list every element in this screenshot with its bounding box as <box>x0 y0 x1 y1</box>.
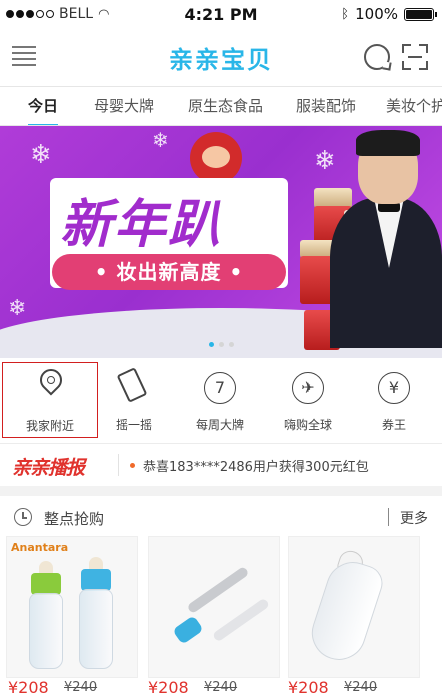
ticker-bullet-icon <box>130 463 135 468</box>
category-tabs: 今日 母婴大牌 原生态食品 服装配饰 美妆个护 <box>0 86 442 126</box>
quick-nav-nearby[interactable]: 我家附近 <box>2 362 98 438</box>
flash-sale-section: 整点抢购 更多 Anantara ¥208 ¥240 ¥208 ¥240 ¥20… <box>0 496 442 694</box>
message-icon[interactable] <box>364 44 390 70</box>
flash-sale-divider <box>388 508 389 526</box>
tab-baby-brands[interactable]: 母婴大牌 <box>94 95 154 116</box>
shake-phone-icon <box>116 367 148 403</box>
battery-percent: 100% <box>355 5 398 23</box>
quick-nav-shake[interactable]: 摇一摇 <box>86 362 182 438</box>
yen-coupon-icon: ¥ <box>378 372 410 404</box>
pager-dot[interactable] <box>228 342 234 347</box>
more-link[interactable]: 更多 <box>400 508 428 528</box>
status-right: ᛒ 100% <box>341 5 437 23</box>
tab-beauty[interactable]: 美妆个护 <box>386 95 442 116</box>
promo-banner[interactable]: ❄ ❄ ❄ ❄ 新年趴 • 妆出新高度 • <box>0 126 442 358</box>
clock-icon <box>14 508 32 526</box>
product-card[interactable]: Anantara <box>6 536 138 678</box>
pager-dot[interactable] <box>218 342 224 347</box>
snowflake-icon: ❄ <box>8 296 27 321</box>
number-seven-icon: 7 <box>204 372 236 404</box>
bluetooth-icon: ᛒ <box>341 6 350 22</box>
product-original-price: ¥240 <box>64 680 98 694</box>
banner-tagline: • 妆出新高度 • <box>52 254 286 290</box>
quick-nav-label: 每周大牌 <box>195 418 244 432</box>
product-list: Anantara ¥208 ¥240 ¥208 ¥240 ¥208 ¥240 <box>0 536 442 694</box>
product-price: ¥208 <box>8 678 49 694</box>
product-card[interactable] <box>288 536 420 678</box>
product-brand: Anantara <box>11 541 69 554</box>
monkey-mascot <box>190 132 242 184</box>
quick-nav-global[interactable]: ✈ 嗨购全球 <box>260 362 356 438</box>
ticker-logo: 亲亲播报 <box>12 457 85 479</box>
ticker-message[interactable]: 恭喜183****2486用户获得300元红包 <box>143 456 369 475</box>
status-bar: BELL ◠ 4:21 PM ᛒ 100% <box>0 0 442 30</box>
model-photo <box>330 130 442 348</box>
product-price: ¥208 <box>148 678 189 694</box>
tab-today[interactable]: 今日 <box>28 95 59 125</box>
flash-sale-title: 整点抢购 <box>44 510 105 528</box>
pager-dot[interactable] <box>208 342 214 347</box>
quick-nav-weekly-brands[interactable]: 7 每周大牌 <box>172 362 268 438</box>
product-original-price: ¥240 <box>204 680 238 694</box>
banner-pager <box>0 342 442 347</box>
quick-nav-label: 摇一摇 <box>115 418 152 432</box>
banner-headline: 新年趴 <box>60 195 223 255</box>
quick-nav: 我家附近 摇一摇 7 每周大牌 ✈ 嗨购全球 ¥ 券王 <box>0 358 442 444</box>
tab-apparel[interactable]: 服装配饰 <box>296 95 356 116</box>
ticker-divider <box>118 454 119 476</box>
airplane-icon: ✈ <box>292 372 324 404</box>
snowflake-icon: ❄ <box>30 140 52 170</box>
product-price: ¥208 <box>288 678 329 694</box>
news-ticker[interactable]: 亲亲播报 恭喜183****2486用户获得300元红包 <box>0 444 442 486</box>
location-pin-icon <box>35 364 67 396</box>
tab-organic-food[interactable]: 原生态食品 <box>188 95 263 116</box>
quick-nav-label: 我家附近 <box>25 419 74 433</box>
snowflake-icon: ❄ <box>152 128 169 152</box>
product-card[interactable] <box>148 536 280 678</box>
app-header: 亲亲宝贝 <box>0 30 442 86</box>
battery-icon <box>404 7 437 21</box>
quick-nav-label: 券王 <box>381 418 406 432</box>
quick-nav-label: 嗨购全球 <box>283 418 332 432</box>
quick-nav-coupons[interactable]: ¥ 券王 <box>346 362 442 438</box>
scan-icon[interactable] <box>402 44 428 70</box>
product-original-price: ¥240 <box>344 680 378 694</box>
